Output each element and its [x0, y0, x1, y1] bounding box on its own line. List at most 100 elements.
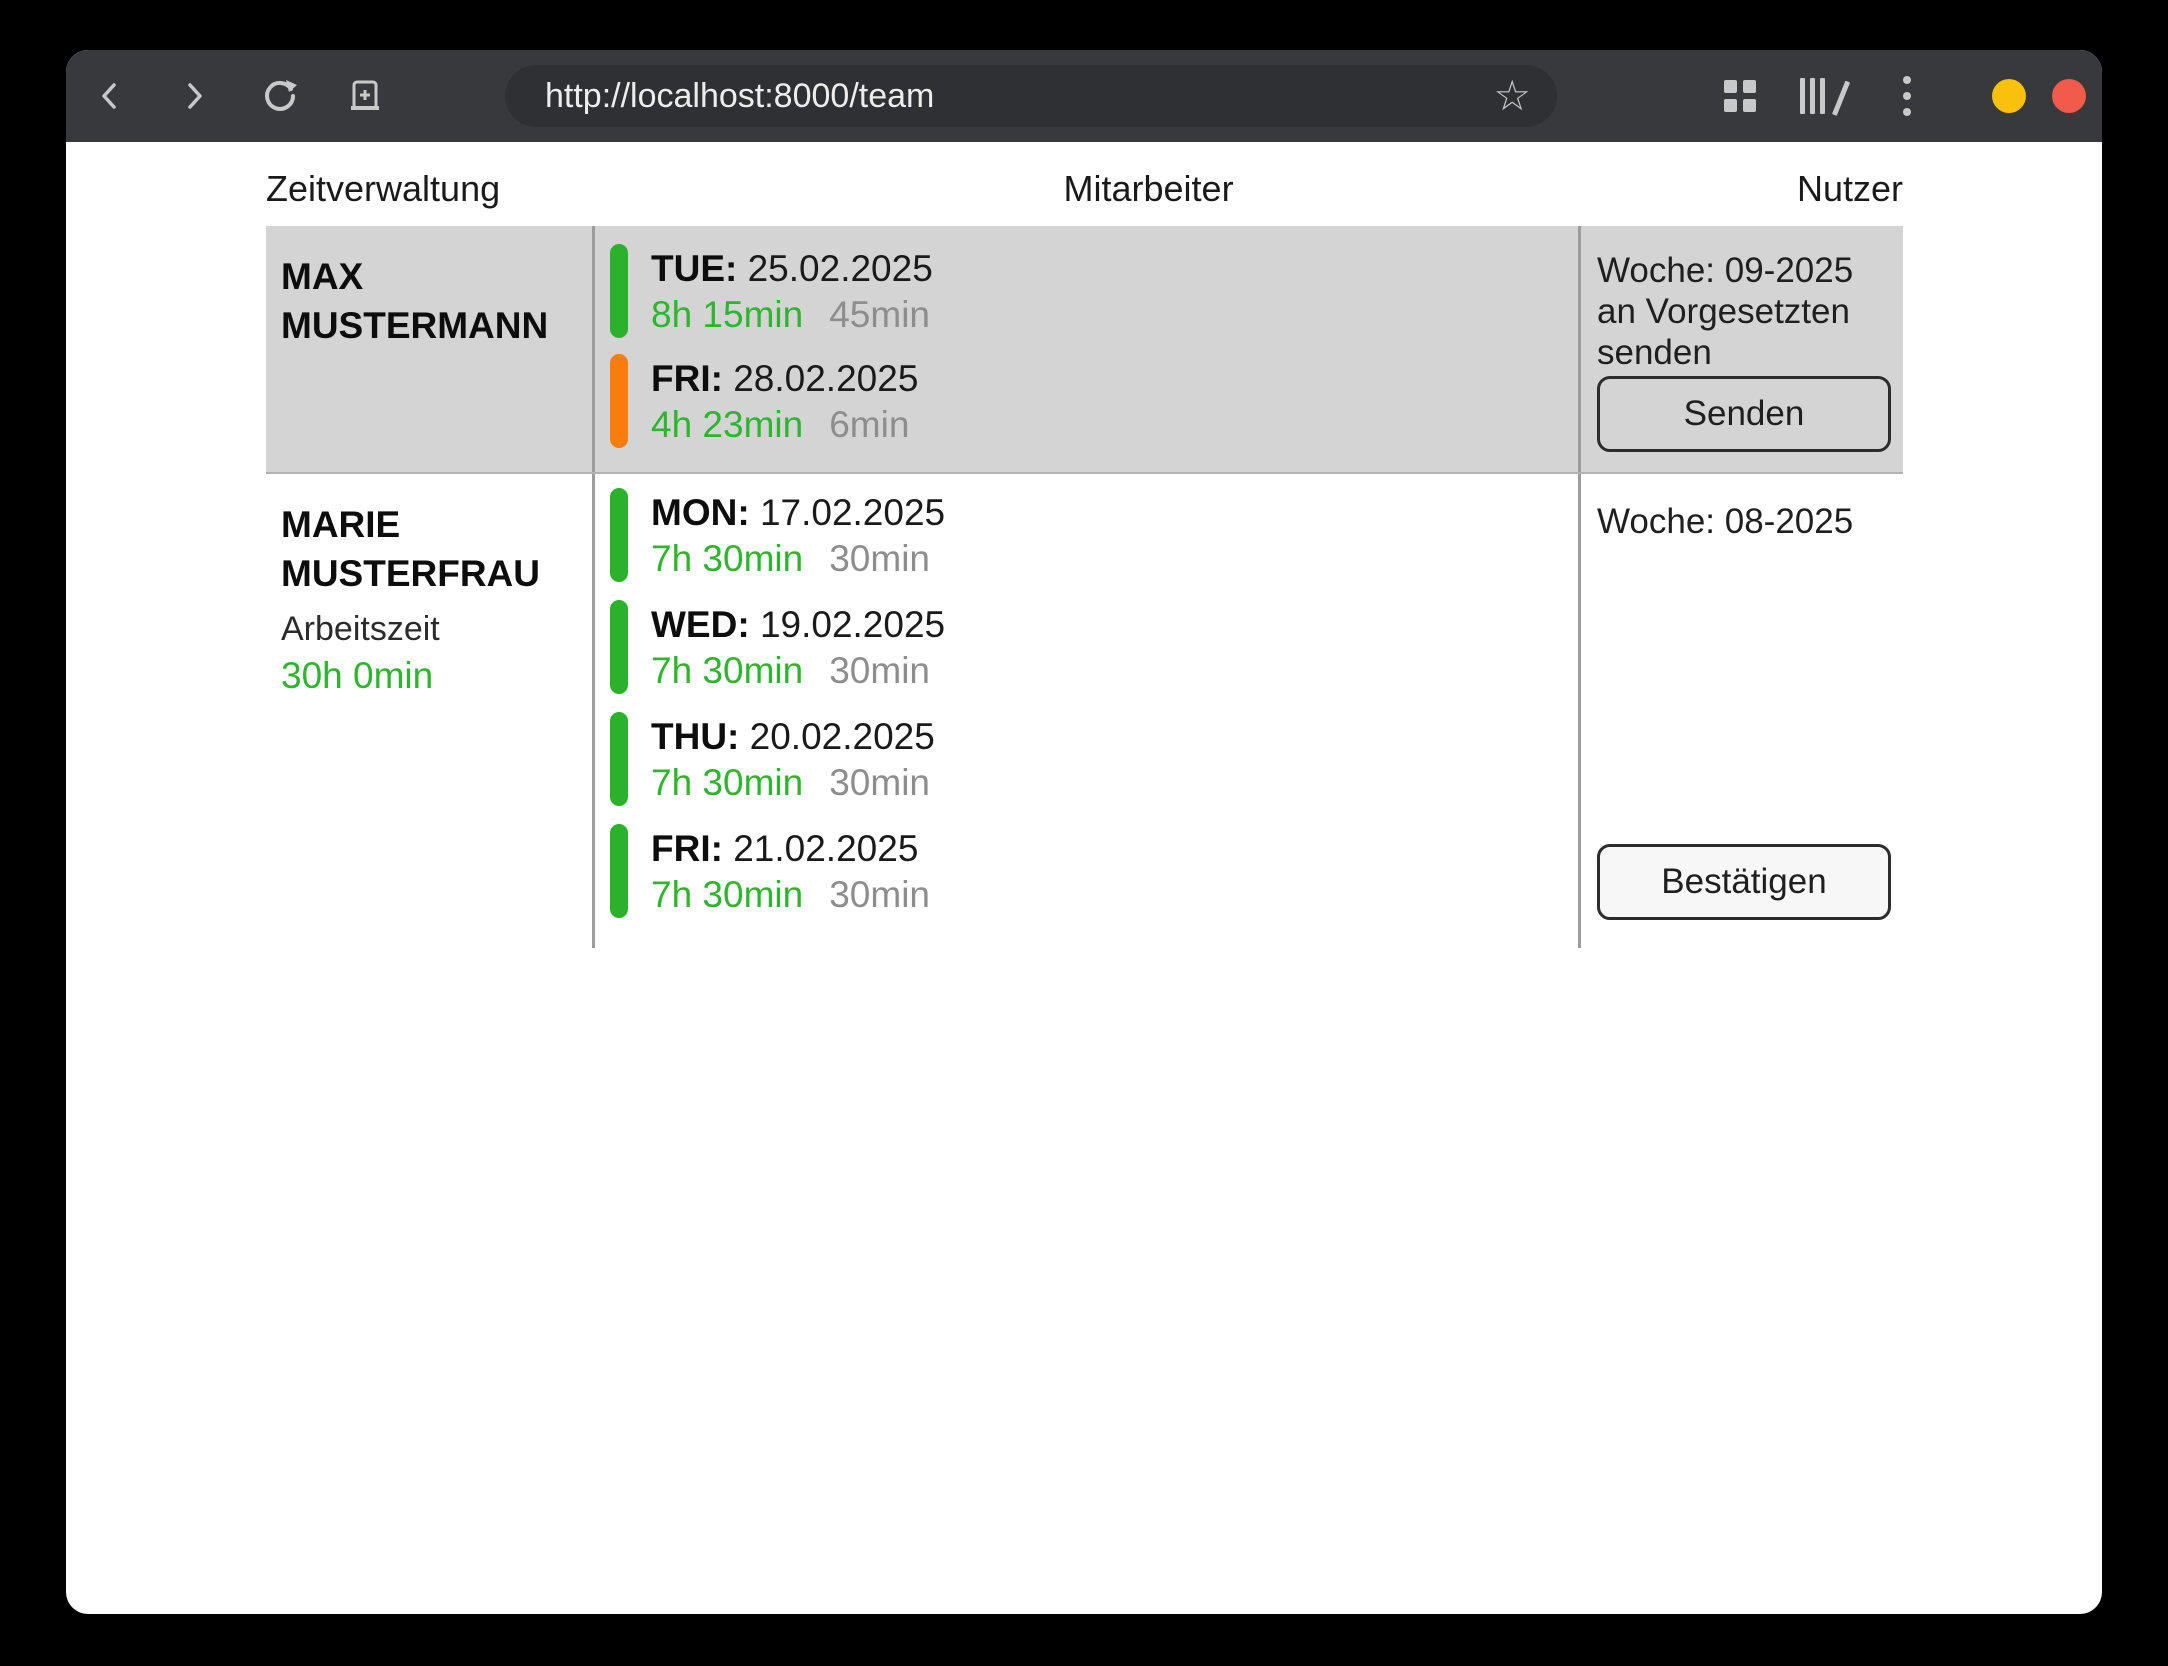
employee-name-line: MUSTERFRAU — [281, 549, 592, 598]
pause-time: 45min — [829, 294, 930, 335]
day-entry: THU: 20.02.2025 7h 30min 30min — [595, 712, 1578, 806]
new-tab-button[interactable] — [345, 76, 385, 116]
day-status-bar — [610, 824, 628, 918]
day-date-line: FRI: 28.02.2025 — [651, 356, 918, 402]
worked-time: 8h 15min — [651, 294, 803, 335]
day-date: 17.02.2025 — [760, 492, 945, 533]
nav-item-zeitverwaltung[interactable]: Zeitverwaltung — [266, 168, 500, 210]
day-status-bar — [610, 600, 628, 694]
pause-time: 30min — [829, 874, 930, 915]
pause-time: 30min — [829, 538, 930, 579]
employee-days-cell: MON: 17.02.2025 7h 30min 30min WED: 19.02… — [592, 474, 1578, 948]
day-text: FRI: 28.02.2025 4h 23min 6min — [651, 354, 918, 448]
bookmark-star-icon[interactable]: ☆ — [1493, 76, 1531, 116]
new-tab-icon — [346, 77, 384, 115]
day-date-line: THU: 20.02.2025 — [651, 714, 935, 760]
day-text: TUE: 25.02.2025 8h 15min 45min — [651, 244, 933, 338]
table-row-marie-musterfrau: MARIE MUSTERFRAU Arbeitszeit 30h 0min MO… — [266, 474, 1903, 948]
nav-item-nutzer[interactable]: Nutzer — [1797, 168, 1903, 210]
back-chevron-icon — [93, 79, 127, 113]
day-times-line: 7h 30min 30min — [651, 536, 945, 582]
nav-item-mitarbeiter[interactable]: Mitarbeiter — [1064, 168, 1234, 210]
day-entry: MON: 17.02.2025 7h 30min 30min — [595, 488, 1578, 582]
url-text[interactable]: http://localhost:8000/team — [545, 77, 1493, 116]
day-label: FRI: — [651, 828, 723, 869]
employee-days-cell: TUE: 25.02.2025 8h 15min 45min FRI: 28.02… — [592, 226, 1578, 472]
employee-table: MAX MUSTERMANN TUE: 25.02.2025 8h 15min 4… — [266, 226, 1903, 948]
day-label: THU: — [651, 716, 739, 757]
day-date: 28.02.2025 — [733, 358, 918, 399]
worked-time: 4h 23min — [651, 404, 803, 445]
week-note-line: senden — [1597, 332, 1903, 373]
worked-time: 7h 30min — [651, 650, 803, 691]
day-date: 19.02.2025 — [760, 604, 945, 645]
day-text: MON: 17.02.2025 7h 30min 30min — [651, 488, 945, 582]
day-text: WED: 19.02.2025 7h 30min 30min — [651, 600, 945, 694]
day-date: 25.02.2025 — [748, 248, 933, 289]
pause-time: 30min — [829, 650, 930, 691]
minimize-window-button[interactable] — [1992, 79, 2026, 113]
grid-icon — [1724, 80, 1756, 112]
day-times-line: 8h 15min 45min — [651, 292, 933, 338]
employee-name-line: MAX — [281, 252, 592, 301]
worked-time: 7h 30min — [651, 538, 803, 579]
pause-time: 6min — [829, 404, 909, 445]
library-button[interactable] — [1801, 76, 1841, 116]
day-status-bar — [610, 712, 628, 806]
day-date: 20.02.2025 — [750, 716, 935, 757]
day-entry: TUE: 25.02.2025 8h 15min 45min — [595, 244, 1578, 338]
day-times-line: 7h 30min 30min — [651, 648, 945, 694]
week-note-line: an Vorgesetzten — [1597, 291, 1903, 332]
employee-week-cell: Woche: 09-2025 an Vorgesetzten senden Se… — [1578, 226, 1903, 472]
employee-name-line: MUSTERMANN — [281, 301, 592, 350]
employee-name-line: MARIE — [281, 500, 592, 549]
employee-name-cell: MAX MUSTERMANN — [266, 226, 592, 472]
library-books-icon — [1800, 78, 1842, 114]
day-label: TUE: — [651, 248, 737, 289]
day-text: THU: 20.02.2025 7h 30min 30min — [651, 712, 935, 806]
senden-button[interactable]: Senden — [1597, 376, 1891, 452]
worktime-value: 30h 0min — [281, 654, 592, 698]
forward-button[interactable] — [174, 76, 214, 116]
week-label: Woche: 08-2025 — [1597, 501, 1903, 542]
week-label: Woche: 09-2025 — [1597, 250, 1903, 291]
day-date-line: TUE: 25.02.2025 — [651, 246, 933, 292]
bestaetigen-button[interactable]: Bestätigen — [1597, 844, 1891, 920]
day-entry: FRI: 21.02.2025 7h 30min 30min — [595, 824, 1578, 918]
employee-week-cell: Woche: 08-2025 Bestätigen — [1578, 474, 1903, 948]
applications-grid-button[interactable] — [1720, 76, 1760, 116]
employee-name-cell: MARIE MUSTERFRAU Arbeitszeit 30h 0min — [266, 474, 592, 948]
day-date-line: WED: 19.02.2025 — [651, 602, 945, 648]
table-row-max-mustermann: MAX MUSTERMANN TUE: 25.02.2025 8h 15min 4… — [266, 226, 1903, 474]
worktime-label: Arbeitszeit — [281, 608, 592, 650]
reload-icon — [260, 76, 300, 116]
browser-toolbar: http://localhost:8000/team ☆ — [66, 50, 2102, 142]
forward-chevron-icon — [177, 79, 211, 113]
day-date-line: FRI: 21.02.2025 — [651, 826, 930, 872]
day-times-line: 4h 23min 6min — [651, 402, 918, 448]
day-status-bar — [610, 244, 628, 338]
address-bar[interactable]: http://localhost:8000/team ☆ — [505, 65, 1557, 127]
day-label: FRI: — [651, 358, 723, 399]
close-window-button[interactable] — [2052, 79, 2086, 113]
day-times-line: 7h 30min 30min — [651, 872, 930, 918]
page-content: Zeitverwaltung Mitarbeiter Nutzer MAX MU… — [66, 168, 2102, 948]
back-button[interactable] — [90, 76, 130, 116]
browser-window: http://localhost:8000/team ☆ Zeitverwalt… — [66, 50, 2102, 1614]
day-times-line: 7h 30min 30min — [651, 760, 935, 806]
day-label: MON: — [651, 492, 750, 533]
day-date: 21.02.2025 — [733, 828, 918, 869]
day-text: FRI: 21.02.2025 7h 30min 30min — [651, 824, 930, 918]
day-entry: WED: 19.02.2025 7h 30min 30min — [595, 600, 1578, 694]
day-status-bar — [610, 354, 628, 448]
reload-button[interactable] — [260, 76, 300, 116]
menu-button[interactable] — [1887, 76, 1927, 116]
day-entry: FRI: 28.02.2025 4h 23min 6min — [595, 354, 1578, 448]
day-label: WED: — [651, 604, 750, 645]
worked-time: 7h 30min — [651, 762, 803, 803]
top-navigation: Zeitverwaltung Mitarbeiter Nutzer — [266, 168, 1903, 210]
day-status-bar — [610, 488, 628, 582]
pause-time: 30min — [829, 762, 930, 803]
worked-time: 7h 30min — [651, 874, 803, 915]
kebab-menu-icon — [1903, 76, 1911, 116]
